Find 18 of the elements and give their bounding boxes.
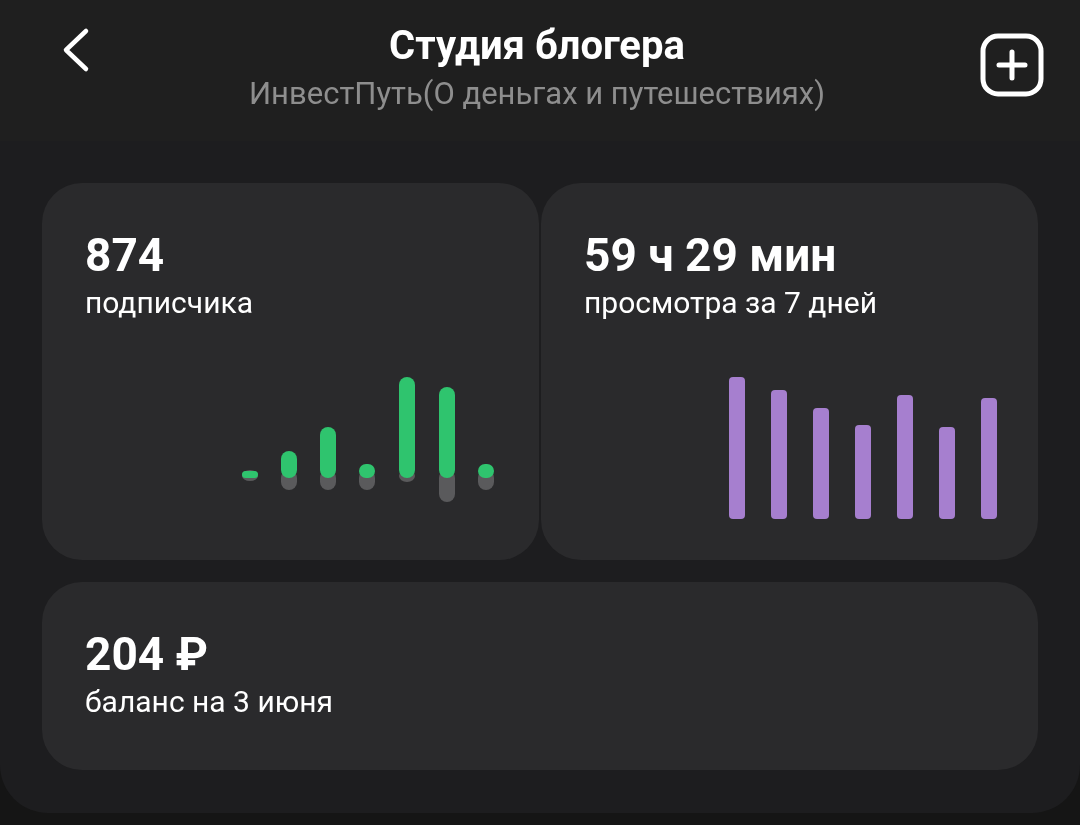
channel-name: ИнвестПуть(О деньгах и путешествиях) xyxy=(249,74,825,114)
chart-bar xyxy=(478,464,494,490)
stat-card[interactable]: 204 ₽ баланс на 3 июня xyxy=(42,582,1038,770)
add-button[interactable] xyxy=(979,32,1045,98)
chart-bar xyxy=(242,470,258,481)
chart-bar xyxy=(320,427,336,490)
stat-label: просмотра за 7 дней xyxy=(584,284,878,322)
screen-title: Студия блогера xyxy=(389,21,685,71)
stat-card[interactable]: 59 ч 29 мин просмотра за 7 дней xyxy=(541,183,1038,560)
stat-value: 874 xyxy=(85,227,166,283)
stat-label: подписчика xyxy=(85,284,254,322)
add-icon xyxy=(980,33,1044,97)
stat-value: 204 ₽ xyxy=(85,626,210,682)
stat-value: 59 ч 29 мин xyxy=(584,227,838,283)
chart-bar xyxy=(281,451,297,490)
chart-bar xyxy=(359,464,375,490)
stat-label: баланс на 3 июня xyxy=(85,683,334,721)
stat-card[interactable]: 874 подписчика xyxy=(42,183,539,560)
